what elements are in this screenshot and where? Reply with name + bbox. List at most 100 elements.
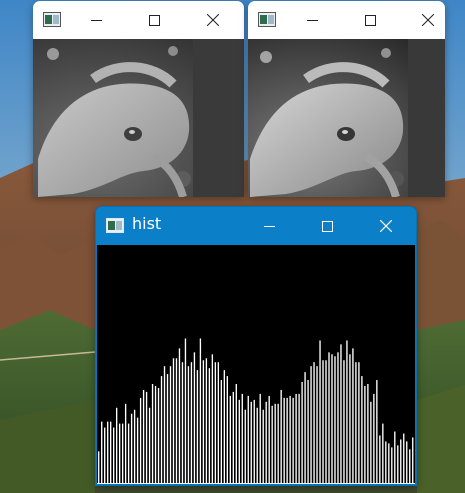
histogram-bar — [220, 380, 223, 483]
histogram-bar — [163, 366, 166, 483]
histogram-bar — [400, 439, 402, 483]
histogram-bar — [113, 427, 115, 483]
histogram-bar — [232, 391, 234, 483]
histogram-bar — [307, 380, 309, 483]
histogram-bar — [110, 421, 112, 483]
histogram-bar — [256, 407, 258, 483]
minimize-button[interactable] — [73, 1, 119, 39]
minimize-icon — [306, 19, 318, 21]
histogram-bar — [130, 413, 133, 483]
histogram-bar — [283, 397, 285, 483]
window-title: hist — [132, 214, 162, 233]
histogram-bar — [343, 360, 345, 483]
histogram-bar — [334, 356, 336, 483]
histogram-bar — [127, 423, 130, 483]
image-canvas — [33, 39, 244, 197]
histogram-bar — [370, 401, 372, 483]
histogram-bar — [355, 362, 357, 483]
histogram-bar — [235, 384, 237, 483]
image-canvas — [248, 39, 445, 197]
maximize-icon — [321, 220, 333, 232]
histogram-baseline — [97, 483, 415, 484]
histogram-bar — [208, 368, 211, 483]
histogram-bar — [409, 449, 411, 483]
maximize-button[interactable] — [304, 207, 350, 245]
histogram-bar — [145, 391, 148, 483]
maximize-icon — [148, 14, 160, 26]
image-window-b[interactable] — [248, 1, 445, 197]
maximize-button[interactable] — [347, 1, 393, 39]
histogram-bar — [325, 360, 327, 483]
histogram-bar — [178, 348, 181, 483]
histogram-bar — [172, 358, 175, 483]
histogram-bar — [289, 395, 291, 483]
titlebar[interactable] — [248, 1, 445, 39]
histogram-bar — [382, 423, 384, 483]
histogram-bar — [346, 340, 348, 483]
histogram-chart — [97, 338, 415, 484]
maximize-button[interactable] — [131, 1, 177, 39]
histogram-bar — [331, 354, 333, 483]
histogram-bar — [412, 437, 414, 483]
histogram-bar — [226, 376, 228, 483]
minimize-button[interactable] — [246, 207, 292, 245]
close-icon — [422, 14, 434, 26]
histogram-bar — [304, 372, 306, 483]
histogram-bar — [124, 403, 127, 483]
image-window-a[interactable] — [33, 1, 244, 197]
histogram-bar — [403, 433, 405, 483]
histogram-bar — [148, 407, 151, 483]
histogram-bar — [352, 348, 354, 483]
histogram-bar — [169, 366, 172, 483]
opencv-window-icon — [106, 218, 124, 233]
minimize-icon — [263, 225, 275, 227]
titlebar[interactable]: hist — [96, 207, 416, 245]
histogram-bar — [175, 358, 178, 483]
histogram-bar — [406, 441, 408, 483]
histogram-bar — [277, 403, 279, 483]
histogram-bar — [385, 441, 387, 483]
minimize-button[interactable] — [289, 1, 335, 39]
histogram-bar — [376, 380, 378, 483]
histogram-bar — [340, 344, 342, 483]
histogram-bar — [244, 409, 246, 483]
histogram-bar — [184, 338, 187, 483]
histogram-bar — [388, 443, 390, 483]
histogram-bar — [211, 354, 214, 483]
histogram-bar — [160, 376, 163, 483]
titlebar[interactable] — [33, 1, 244, 39]
histogram-bar — [154, 385, 157, 483]
close-button[interactable] — [363, 207, 409, 245]
histogram-bar — [199, 338, 202, 483]
grayscale-newt-image — [33, 39, 244, 197]
histogram-bar — [259, 393, 261, 483]
histogram-bar — [337, 352, 339, 483]
histogram-bar — [322, 360, 324, 483]
histogram-bar — [367, 384, 369, 483]
histogram-bar — [104, 427, 106, 483]
histogram-bar — [205, 358, 208, 483]
histogram-bar — [373, 393, 375, 483]
close-button[interactable] — [190, 1, 236, 39]
histogram-bar — [229, 395, 231, 483]
histogram-bar — [274, 403, 276, 483]
histogram-bar — [292, 397, 294, 483]
histogram-bar — [328, 352, 330, 483]
histogram-bar — [265, 401, 267, 483]
histogram-bar — [115, 407, 118, 483]
histogram-bar — [319, 340, 321, 483]
histogram-bar — [214, 362, 217, 483]
histogram-bar — [241, 393, 243, 483]
histogram-bar — [107, 421, 109, 483]
opencv-window-icon — [258, 12, 276, 27]
histogram-bar — [262, 409, 264, 483]
histogram-bar — [139, 397, 142, 483]
histogram-window[interactable]: hist — [95, 206, 417, 486]
histogram-bar — [298, 393, 300, 483]
histogram-bar — [98, 451, 100, 483]
close-button[interactable] — [405, 1, 445, 39]
histogram-bar — [286, 397, 288, 483]
histogram-bar — [223, 370, 225, 483]
histogram-bar — [397, 445, 399, 483]
histogram-bar — [361, 376, 363, 483]
